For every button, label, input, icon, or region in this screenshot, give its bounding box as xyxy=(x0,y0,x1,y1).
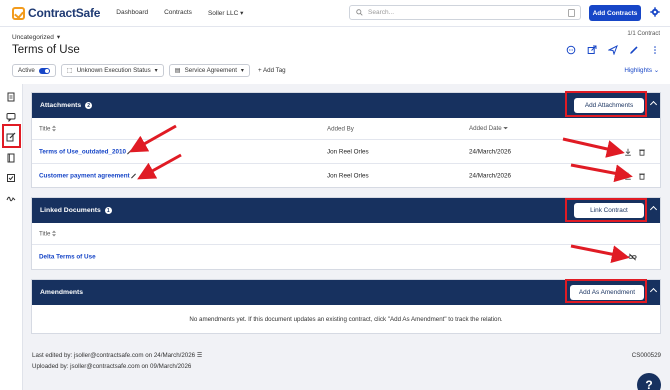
main-content: Attachments 2 Add Attachments Title Adde… xyxy=(23,84,670,390)
added-date: 24/March/2026 xyxy=(469,148,512,155)
highlights-label: Highlights xyxy=(624,67,652,74)
search-icon xyxy=(356,9,363,16)
status-label: Active xyxy=(18,67,35,74)
search-placeholder: Search... xyxy=(368,9,395,16)
chat-icon[interactable] xyxy=(566,45,576,55)
signature-icon[interactable] xyxy=(6,193,16,203)
chevron-up-icon[interactable] xyxy=(649,100,658,109)
trash-icon[interactable] xyxy=(638,148,646,156)
logo-icon xyxy=(12,6,25,20)
contract-id: CS000529 xyxy=(631,352,661,359)
gear-icon[interactable] xyxy=(650,7,660,17)
col-added-date[interactable]: Added Date ⏷ xyxy=(469,125,508,133)
logo[interactable]: ContractSafe xyxy=(12,6,100,20)
download-icon[interactable] xyxy=(624,172,632,180)
main-nav: Dashboard Contracts Soller LLC ▾ xyxy=(116,9,243,17)
annotation-highlight xyxy=(565,198,647,222)
highlights-dropdown[interactable]: Highlights ⌄ xyxy=(624,67,659,74)
contract-count: 1/1 Contract xyxy=(627,31,660,37)
last-edited: Last edited by: jsoller@contractsafe.com… xyxy=(32,352,202,359)
attachments-title: Attachments xyxy=(40,102,82,109)
annotation-highlight xyxy=(565,91,647,117)
added-by: Jon Reel Orles xyxy=(327,172,369,180)
col-title[interactable]: Title xyxy=(39,230,57,237)
trash-icon[interactable] xyxy=(638,172,646,180)
logo-text: ContractSafe xyxy=(28,6,101,20)
edit-icon[interactable] xyxy=(629,45,639,55)
attachment-link[interactable]: Customer payment agreement xyxy=(39,173,130,180)
chevron-up-icon[interactable] xyxy=(649,205,658,214)
book-icon[interactable] xyxy=(6,153,16,163)
nav-dashboard[interactable]: Dashboard xyxy=(116,9,148,17)
sort-desc-icon: ⏷ xyxy=(503,124,509,132)
document-icon[interactable] xyxy=(568,9,575,17)
table-row: Customer payment agreement Jon Reel Orle… xyxy=(32,164,660,188)
filter-icon: ⬚ xyxy=(66,67,73,74)
pencil-icon[interactable] xyxy=(130,173,137,180)
attachment-link[interactable]: Terms of Use_outdated_2010 xyxy=(39,148,126,155)
list-icon[interactable]: ☰ xyxy=(197,352,203,359)
linked-count-badge: 1 xyxy=(104,207,112,214)
attachments-table-header: Title Added By Added Date ⏷ xyxy=(32,118,660,140)
chevron-down-icon: ⌄ xyxy=(653,67,659,74)
col-added-date-label: Added Date xyxy=(469,124,502,132)
pencil-icon[interactable] xyxy=(126,148,133,155)
annotation-highlight xyxy=(565,279,647,303)
attachments-count-badge: 2 xyxy=(85,102,93,109)
amendments-empty-message: No amendments yet. If this document upda… xyxy=(189,315,503,323)
linked-document-link[interactable]: Delta Terms of Use xyxy=(39,254,96,261)
chevron-down-icon: ▾ xyxy=(154,67,158,74)
execution-status-label: Unknown Execution Status xyxy=(76,67,151,74)
add-contracts-button[interactable]: Add Contracts xyxy=(589,5,641,21)
col-title[interactable]: Title xyxy=(39,125,57,132)
add-tag-button[interactable]: + Add Tag xyxy=(258,67,286,74)
annotation-highlight xyxy=(2,124,21,148)
checkbox-icon[interactable] xyxy=(6,173,16,183)
added-by: Jon Reel Orles xyxy=(327,148,369,155)
header-actions xyxy=(566,45,660,55)
org-name: Soller LLC xyxy=(207,10,239,17)
folder-select[interactable]: Uncategorized ▾ xyxy=(12,33,61,42)
help-button[interactable]: ? xyxy=(637,373,661,390)
table-row: Delta Terms of Use xyxy=(32,245,660,269)
more-icon[interactable] xyxy=(650,45,660,55)
external-link-icon[interactable] xyxy=(587,45,597,55)
sort-icon xyxy=(52,230,57,237)
chevron-down-icon: ▾ xyxy=(56,34,61,41)
linked-table-header: Title xyxy=(32,223,660,245)
col-title-label: Title xyxy=(39,125,51,132)
linked-documents-title: Linked Documents xyxy=(40,207,101,214)
nav-contracts[interactable]: Contracts xyxy=(164,9,192,17)
chevron-up-icon[interactable] xyxy=(649,287,658,296)
col-title-label: Title xyxy=(39,230,51,237)
amendments-title: Amendments xyxy=(40,289,84,296)
sort-icon xyxy=(52,125,57,132)
col-added-by[interactable]: Added By xyxy=(327,125,354,132)
status-toggle[interactable]: Active xyxy=(12,64,56,77)
contract-type-select[interactable]: ▤ Service Agreement ▾ xyxy=(168,64,251,77)
comment-icon[interactable] xyxy=(6,112,16,122)
document-icon[interactable] xyxy=(6,92,16,102)
unlink-icon[interactable] xyxy=(628,253,637,262)
table-row: Terms of Use_outdated_2010 Jon Reel Orle… xyxy=(32,140,660,164)
uploaded-by: Uploaded by: jsoller@contractsafe.com on… xyxy=(32,363,192,370)
tag-bar: Active ⬚ Unknown Execution Status ▾ ▤ Se… xyxy=(12,64,286,77)
execution-status-select[interactable]: ⬚ Unknown Execution Status ▾ xyxy=(60,64,164,77)
download-icon[interactable] xyxy=(624,148,632,156)
send-icon[interactable] xyxy=(608,45,618,55)
toggle-switch[interactable] xyxy=(38,67,50,74)
document-icon: ▤ xyxy=(174,67,181,74)
page-title: Terms of Use xyxy=(12,44,80,56)
last-edited-text: Last edited by: jsoller@contractsafe.com… xyxy=(32,352,196,359)
added-date: 24/March/2026 xyxy=(469,172,512,180)
org-switcher[interactable]: Soller LLC ▾ xyxy=(208,9,243,17)
contract-type-label: Service Agreement xyxy=(184,67,237,74)
folder-label: Uncategorized xyxy=(12,33,54,41)
chevron-down-icon: ▾ xyxy=(240,67,245,74)
search-input[interactable]: Search... xyxy=(349,5,581,20)
